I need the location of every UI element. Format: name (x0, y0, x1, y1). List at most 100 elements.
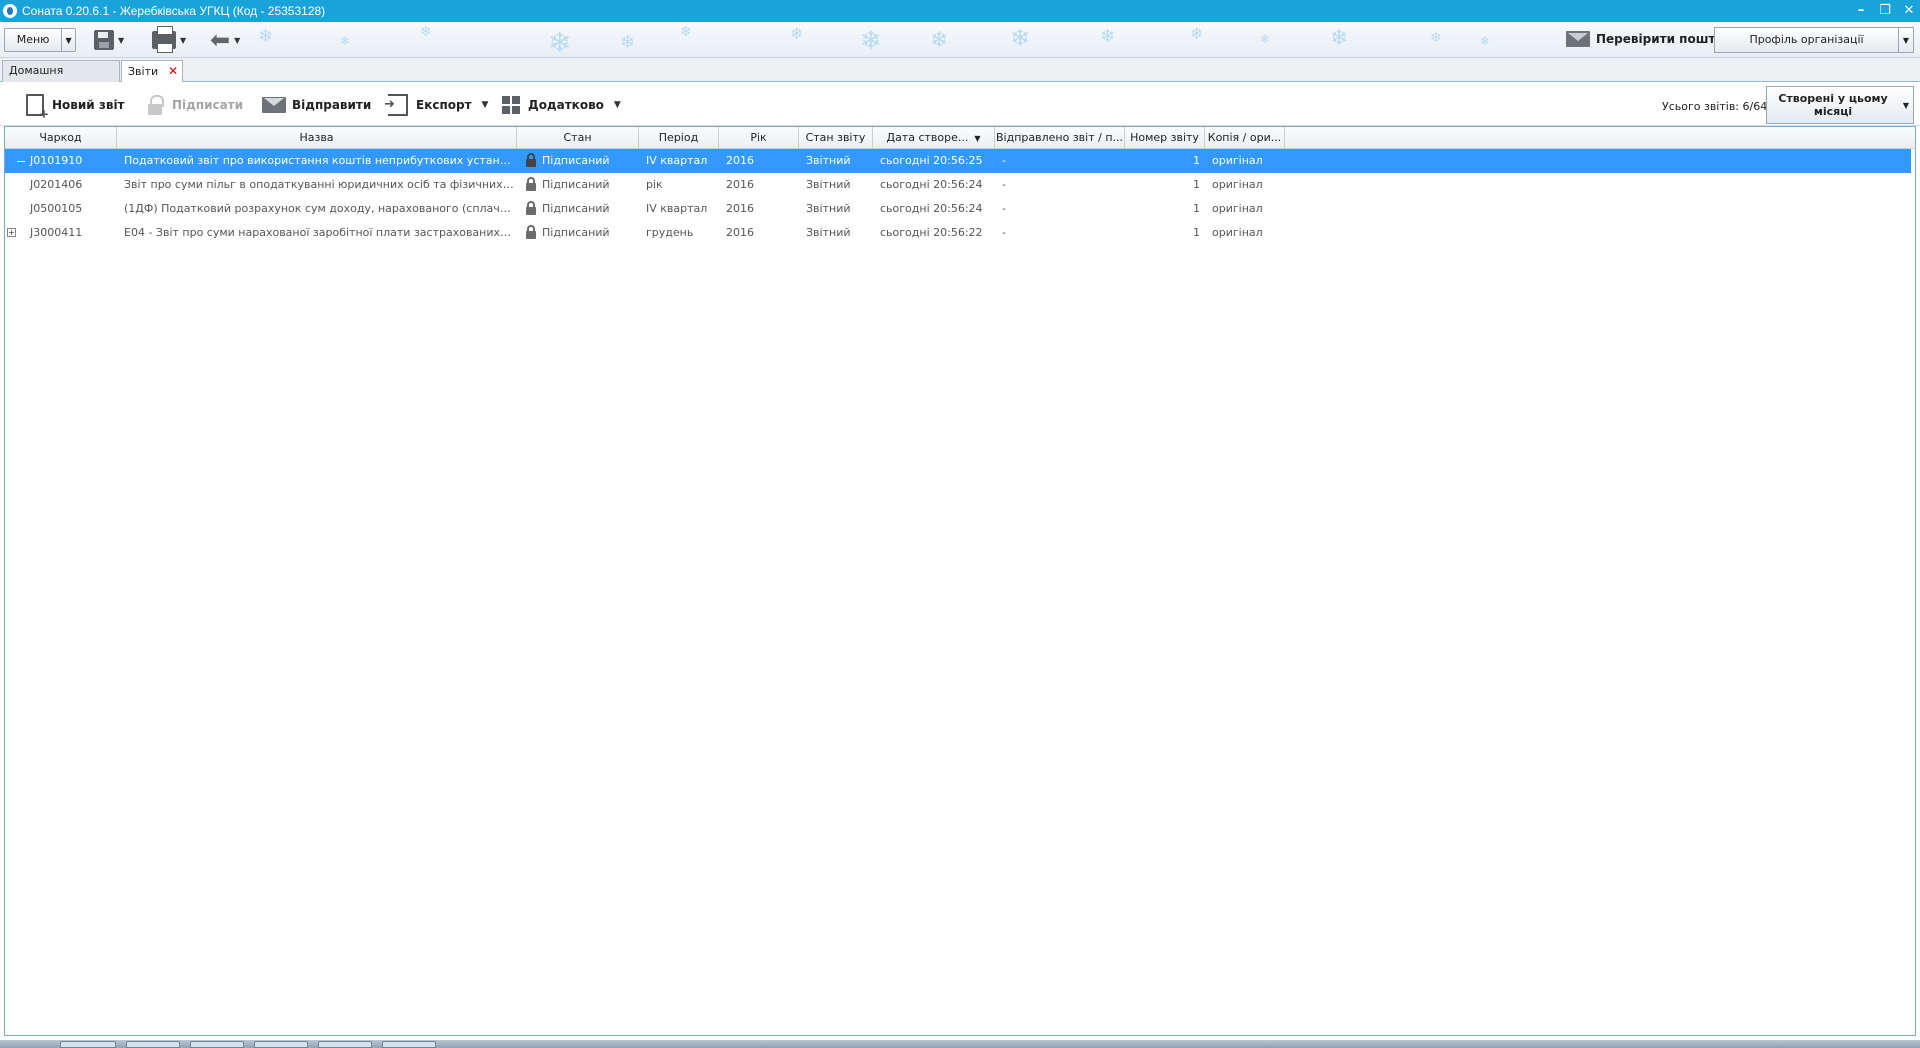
snowflake-icon: ❄ (1480, 34, 1491, 48)
column-header-period[interactable]: Період (639, 127, 719, 149)
cell-name: Податковий звіт про використання коштів … (124, 154, 517, 167)
column-header-year[interactable]: Рік (719, 127, 799, 149)
table-row[interactable]: J0500105 (1ДФ) Податковий розрахунок сум… (5, 197, 1911, 221)
taskbar (0, 1040, 1920, 1048)
menu-button[interactable]: Меню ▼ (4, 28, 76, 52)
taskbar-item[interactable] (60, 1041, 116, 1048)
table-row[interactable]: J0201406 Звіт про суми пільг в оподаткув… (5, 173, 1911, 197)
export-button[interactable]: Експорт ▼ (384, 94, 489, 116)
back-button[interactable]: ⬅ ▼ (210, 28, 240, 52)
snowflake-icon: ❄ (420, 24, 432, 40)
send-button[interactable]: Відправити (262, 94, 371, 116)
cell-report-state: Звітний (806, 202, 851, 215)
column-header-code[interactable]: Чаркод (5, 127, 117, 149)
app-logo-icon (3, 4, 17, 18)
snowflake-icon: ❄ (1430, 30, 1442, 46)
window-controls: – ❐ ✕ (1854, 0, 1916, 22)
grid-icon (502, 96, 520, 114)
taskbar-item[interactable] (382, 1041, 436, 1048)
envelope-icon (1566, 31, 1590, 47)
sign-button[interactable]: Підписати (148, 94, 243, 116)
organization-profile-label: Профіль організації (1715, 28, 1899, 52)
snowflake-icon: ❄ (930, 28, 949, 53)
restore-button[interactable]: ❐ (1878, 0, 1892, 22)
taskbar-item[interactable] (254, 1041, 308, 1048)
additional-button[interactable]: Додатково ▼ (502, 94, 621, 116)
chevron-down-icon[interactable]: ▼ (1899, 36, 1913, 45)
minimize-button[interactable]: – (1854, 0, 1868, 22)
table-row[interactable]: J0101910 Податковий звіт про використанн… (5, 149, 1911, 173)
print-button[interactable]: ▼ (152, 26, 186, 53)
send-label: Відправити (292, 98, 372, 112)
taskbar-item[interactable] (190, 1041, 244, 1048)
sign-label: Підписати (172, 98, 244, 112)
check-mail-button[interactable]: Перевірити пошту (1566, 31, 1723, 47)
tab-reports[interactable]: Звіти ✕ (121, 60, 183, 83)
cell-state: Підписаний (523, 149, 639, 173)
column-header-report-state[interactable]: Стан звіту (799, 127, 873, 149)
title-bar: Соната 0.20.6.1 - Жеребківська УГКЦ (Код… (0, 0, 1920, 22)
column-header-name[interactable]: Назва (117, 127, 517, 149)
cell-code: J0500105 (30, 202, 83, 215)
cell-report-state: Звітний (806, 178, 851, 191)
chevron-down-icon[interactable]: ▼ (180, 36, 186, 45)
cell-state-label: Підписаний (542, 226, 610, 239)
cell-copy: оригінал (1212, 178, 1263, 191)
chevron-down-icon[interactable]: ▼ (234, 36, 240, 45)
cell-code: J0201406 (30, 178, 83, 191)
cell-state-label: Підписаний (542, 178, 610, 191)
save-button[interactable]: ▼ (94, 28, 124, 52)
close-window-button[interactable]: ✕ (1902, 0, 1916, 22)
chevron-down-icon[interactable]: ▼ (614, 100, 621, 110)
lock-icon (526, 152, 536, 167)
snowflake-icon: ❄ (548, 26, 572, 58)
back-arrow-icon: ⬅ (210, 26, 231, 54)
column-header-copy[interactable]: Копія / ори... (1205, 127, 1285, 149)
tab-home[interactable]: Домашня сторінка (2, 60, 120, 97)
chevron-down-icon[interactable]: ▼ (1899, 101, 1913, 110)
window-title: Соната 0.20.6.1 - Жеребківська УГКЦ (Код… (22, 4, 326, 18)
chevron-down-icon[interactable]: ▼ (118, 36, 124, 45)
reports-toolbar: Новий звіт Підписати Відправити Експорт … (0, 82, 1920, 126)
taskbar-item[interactable] (318, 1041, 372, 1048)
cell-report-state: Звітний (806, 226, 851, 239)
snowflake-icon: ❄ (860, 26, 882, 56)
cell-year: 2016 (726, 154, 754, 167)
new-report-label: Новий звіт (52, 98, 125, 112)
cell-name: Звіт про суми пільг в оподаткуванні юрид… (124, 178, 517, 191)
floppy-disk-icon (94, 30, 114, 50)
reports-grid: Чаркод Назва Стан Період Рік Стан звіту … (4, 126, 1916, 1036)
export-icon (384, 94, 408, 116)
chevron-down-icon[interactable]: ▼ (482, 100, 489, 110)
snowflake-icon: ❄ (1260, 32, 1271, 46)
cell-created: сьогодні 20:56:22 (880, 226, 983, 239)
cell-number: 1 (1193, 154, 1200, 167)
column-header-number[interactable]: Номер звіту (1125, 127, 1205, 149)
snowflake-icon: ❄ (680, 24, 692, 40)
column-header-sent[interactable]: Відправлено звіт / п... (995, 127, 1125, 149)
chevron-down-icon[interactable]: ▼ (62, 36, 75, 45)
column-header-state[interactable]: Стан (517, 127, 639, 149)
cell-year: 2016 (726, 226, 754, 239)
tab-bar: Домашня сторінка Звіти ✕ (0, 58, 1920, 97)
tree-connector (17, 161, 25, 162)
organization-profile-button[interactable]: Профіль організації ▼ (1714, 27, 1914, 53)
cell-number: 1 (1193, 178, 1200, 191)
period-filter-dropdown[interactable]: Створені у цьому місяці ▼ (1766, 86, 1914, 124)
taskbar-item[interactable] (126, 1041, 180, 1048)
period-filter-label: Створені у цьому місяці (1778, 92, 1888, 118)
table-row[interactable]: + J3000411 Е04 - Звіт про суми нарахован… (5, 221, 1911, 245)
cell-sent: - (1002, 154, 1006, 167)
cell-number: 1 (1193, 202, 1200, 215)
cell-copy: оригінал (1212, 226, 1263, 239)
column-header-created[interactable]: Дата створе... ▼ (873, 127, 995, 149)
new-report-button[interactable]: Новий звіт (26, 94, 125, 121)
cell-created: сьогодні 20:56:24 (880, 202, 983, 215)
lock-icon (526, 200, 536, 215)
new-document-icon (26, 94, 49, 121)
cell-report-state: Звітний (806, 154, 851, 167)
cell-period: рік (646, 178, 663, 191)
expand-row-button[interactable]: + (7, 228, 16, 237)
snowflake-icon: ❄ (1010, 24, 1031, 52)
close-tab-icon[interactable]: ✕ (168, 64, 178, 78)
